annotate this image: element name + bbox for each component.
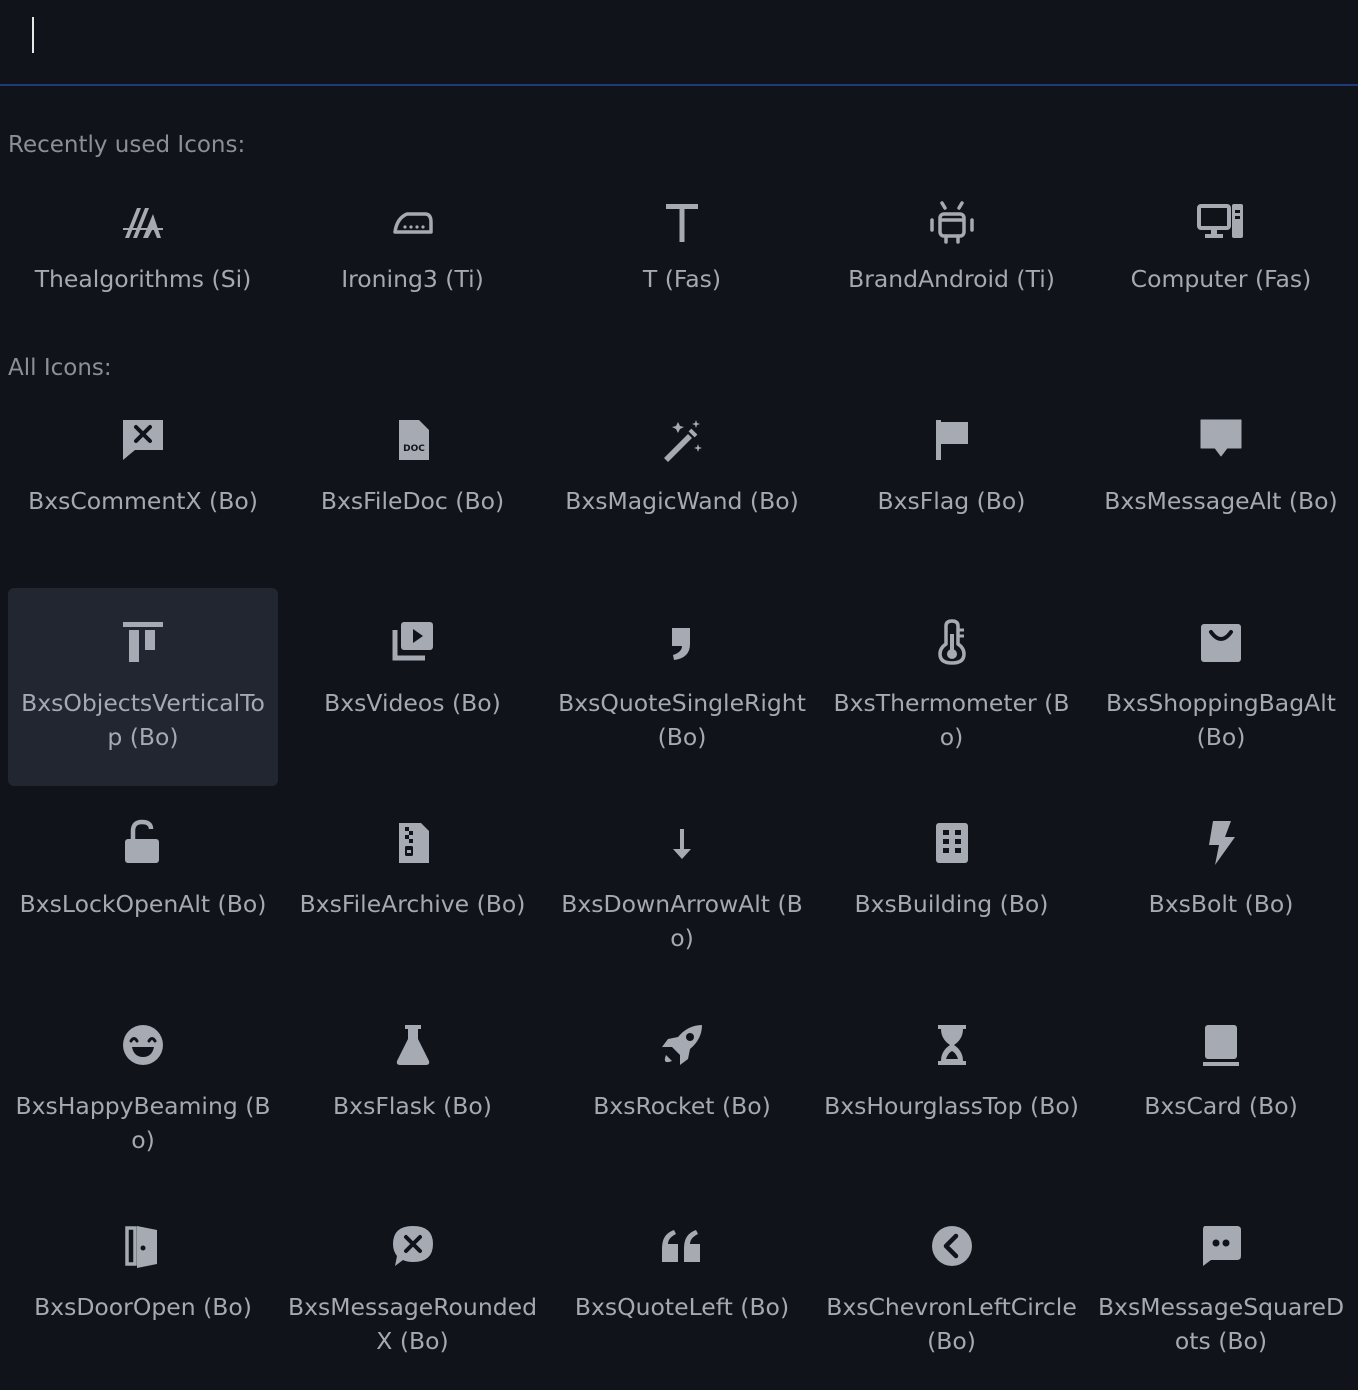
icon-tile[interactable]: BxsObjectsVerticalTop (Bo)	[8, 587, 278, 786]
icon-tile-label: Thealgorithms (Si)	[34, 265, 252, 293]
building-icon	[928, 819, 976, 867]
icon-tile-label: BxsFileDoc (Bo)	[320, 487, 505, 515]
icon-tile-label: BrandAndroid (Ti)	[848, 265, 1055, 293]
icon-tile-label: BxsDoorOpen (Bo)	[34, 1293, 252, 1321]
icon-tile[interactable]: BxsCommentX (Bo)	[8, 386, 278, 584]
icon-tile-label: BxsShoppingBagAlt (Bo)	[1106, 688, 1336, 751]
icon-tile[interactable]: BxsLockOpenAlt (Bo)	[8, 789, 278, 987]
icon-tile[interactable]: BxsThermometer (Bo)	[817, 588, 1087, 786]
icon-tile[interactable]: BxsHappyBeaming (Bo)	[8, 991, 278, 1189]
message-rounded-x-icon	[389, 1222, 437, 1270]
android-icon	[928, 198, 976, 246]
icon-tile-label: BxsVideos (Bo)	[324, 688, 501, 717]
icon-tile[interactable]: BxsDownArrowAlt (Bo)	[547, 789, 817, 987]
icon-tile[interactable]: BxsFlag (Bo)	[817, 386, 1087, 584]
quote-single-right-icon	[658, 618, 706, 666]
icon-tile-label: BxsFlask (Bo)	[333, 1091, 492, 1120]
search-bar	[0, 0, 1358, 86]
icon-tile-label: BxsThermometer (Bo)	[833, 688, 1070, 751]
icon-tile[interactable]: BxsDoorOpen (Bo)	[8, 1192, 278, 1390]
bolt-icon	[1197, 819, 1245, 867]
icon-tile-label: T (Fas)	[642, 265, 722, 293]
icon-tile-label: Computer (Fas)	[1130, 265, 1312, 293]
icon-tile[interactable]: BxsFileArchive (Bo)	[278, 789, 548, 987]
icon-tile-label: BxsLockOpenAlt (Bo)	[19, 890, 267, 918]
objects-vertical-top-icon	[119, 618, 167, 666]
icon-tile[interactable]: BxsVideos (Bo)	[278, 588, 548, 786]
search-input[interactable]	[18, 14, 1318, 58]
icon-tile[interactable]: BxsQuoteLeft (Bo)	[547, 1192, 817, 1390]
comment-x-icon	[119, 416, 167, 464]
happy-beaming-icon	[119, 1021, 167, 1069]
all-icons-heading: All Icons:	[8, 355, 112, 381]
magic-wand-icon	[658, 416, 706, 464]
icon-tile[interactable]: BxsCard (Bo)	[1086, 991, 1356, 1189]
all-icons-grid: BxsCommentX (Bo) DOC BxsFileDoc (Bo) BxsMag…	[8, 386, 1356, 1376]
icon-tile-label: BxsHappyBeaming (Bo)	[15, 1091, 271, 1154]
icon-tile[interactable]: BxsMessageRoundedX (Bo)	[278, 1192, 548, 1390]
videos-icon	[389, 618, 437, 666]
shopping-bag-icon	[1197, 618, 1245, 666]
file-archive-icon	[389, 819, 437, 867]
icon-tile[interactable]: BrandAndroid (Ti)	[817, 190, 1087, 388]
icon-tile[interactable]: DOC BxsFileDoc (Bo)	[278, 386, 548, 584]
lock-open-icon	[119, 819, 167, 867]
icon-tile-label: BxsRocket (Bo)	[593, 1091, 771, 1120]
letter-t-icon	[658, 198, 706, 246]
icon-tile-label: BxsBuilding (Bo)	[854, 890, 1049, 918]
icon-tile-label: BxsQuoteSingleRight (Bo)	[558, 688, 806, 751]
icon-tile[interactable]: BxsBuilding (Bo)	[817, 789, 1087, 987]
icon-tile-label: BxsMessageSquareDots (Bo)	[1097, 1293, 1345, 1355]
quote-left-icon	[658, 1222, 706, 1270]
icon-tile[interactable]: BxsChevronLeftCircle (Bo)	[817, 1192, 1087, 1390]
icon-tile[interactable]: T (Fas)	[547, 190, 817, 388]
text-caret	[32, 17, 34, 53]
icon-tile-label: BxsFlag (Bo)	[877, 487, 1026, 515]
message-alt-icon	[1197, 416, 1245, 464]
icon-tile[interactable]: BxsShoppingBagAlt (Bo)	[1086, 588, 1356, 786]
rocket-icon	[658, 1021, 706, 1069]
icon-tile[interactable]: BxsHourglassTop (Bo)	[817, 991, 1087, 1189]
icon-tile-label: BxsMagicWand (Bo)	[565, 487, 799, 515]
message-square-dots-icon	[1197, 1222, 1245, 1270]
card-icon	[1197, 1021, 1245, 1069]
icon-tile[interactable]: Computer (Fas)	[1086, 190, 1356, 388]
icon-tile[interactable]: BxsBolt (Bo)	[1086, 789, 1356, 987]
down-arrow-icon	[658, 819, 706, 867]
icon-tile-label: BxsCard (Bo)	[1144, 1091, 1298, 1120]
recent-icons-grid: Thealgorithms (Si) Ironing3 (Ti) T (Fas) Br…	[8, 190, 1356, 310]
icon-tile-label: BxsHourglassTop (Bo)	[824, 1091, 1079, 1120]
icon-tile[interactable]: Ironing3 (Ti)	[278, 190, 548, 388]
thermometer-icon	[928, 618, 976, 666]
icon-tile-label: BxsQuoteLeft (Bo)	[574, 1293, 790, 1321]
icon-tile-label: BxsDownArrowAlt (Bo)	[561, 890, 803, 952]
thealgorithms-icon	[119, 198, 167, 246]
icon-tile-label: BxsChevronLeftCircle (Bo)	[826, 1293, 1077, 1355]
file-doc-icon: DOC	[389, 416, 437, 464]
icon-tile-label: BxsMessageRoundedX (Bo)	[288, 1293, 537, 1355]
icon-tile-label: BxsMessageAlt (Bo)	[1104, 487, 1338, 515]
flask-icon	[389, 1021, 437, 1069]
chevron-left-circle-icon	[928, 1222, 976, 1270]
icon-tile[interactable]: BxsFlask (Bo)	[278, 991, 548, 1189]
icon-tile-label: BxsBolt (Bo)	[1148, 890, 1294, 918]
recent-icons-heading: Recently used Icons:	[8, 132, 246, 158]
icon-tile[interactable]: BxsMagicWand (Bo)	[547, 386, 817, 584]
icon-tile[interactable]: BxsQuoteSingleRight (Bo)	[547, 588, 817, 786]
icon-tile-label: BxsFileArchive (Bo)	[299, 890, 526, 918]
hourglass-top-icon	[928, 1021, 976, 1069]
icon-tile[interactable]: BxsMessageAlt (Bo)	[1086, 386, 1356, 584]
svg-text:DOC: DOC	[403, 444, 425, 454]
icon-tile[interactable]: BxsMessageSquareDots (Bo)	[1086, 1192, 1356, 1390]
icon-tile-label: BxsCommentX (Bo)	[28, 487, 258, 515]
iron-icon	[389, 198, 437, 246]
icon-tile-label: BxsObjectsVerticalTop (Bo)	[21, 688, 265, 751]
flag-icon	[928, 416, 976, 464]
icon-tile[interactable]: BxsRocket (Bo)	[547, 991, 817, 1189]
icon-tile-label: Ironing3 (Ti)	[341, 265, 484, 293]
door-open-icon	[119, 1222, 167, 1270]
computer-icon	[1197, 198, 1245, 246]
